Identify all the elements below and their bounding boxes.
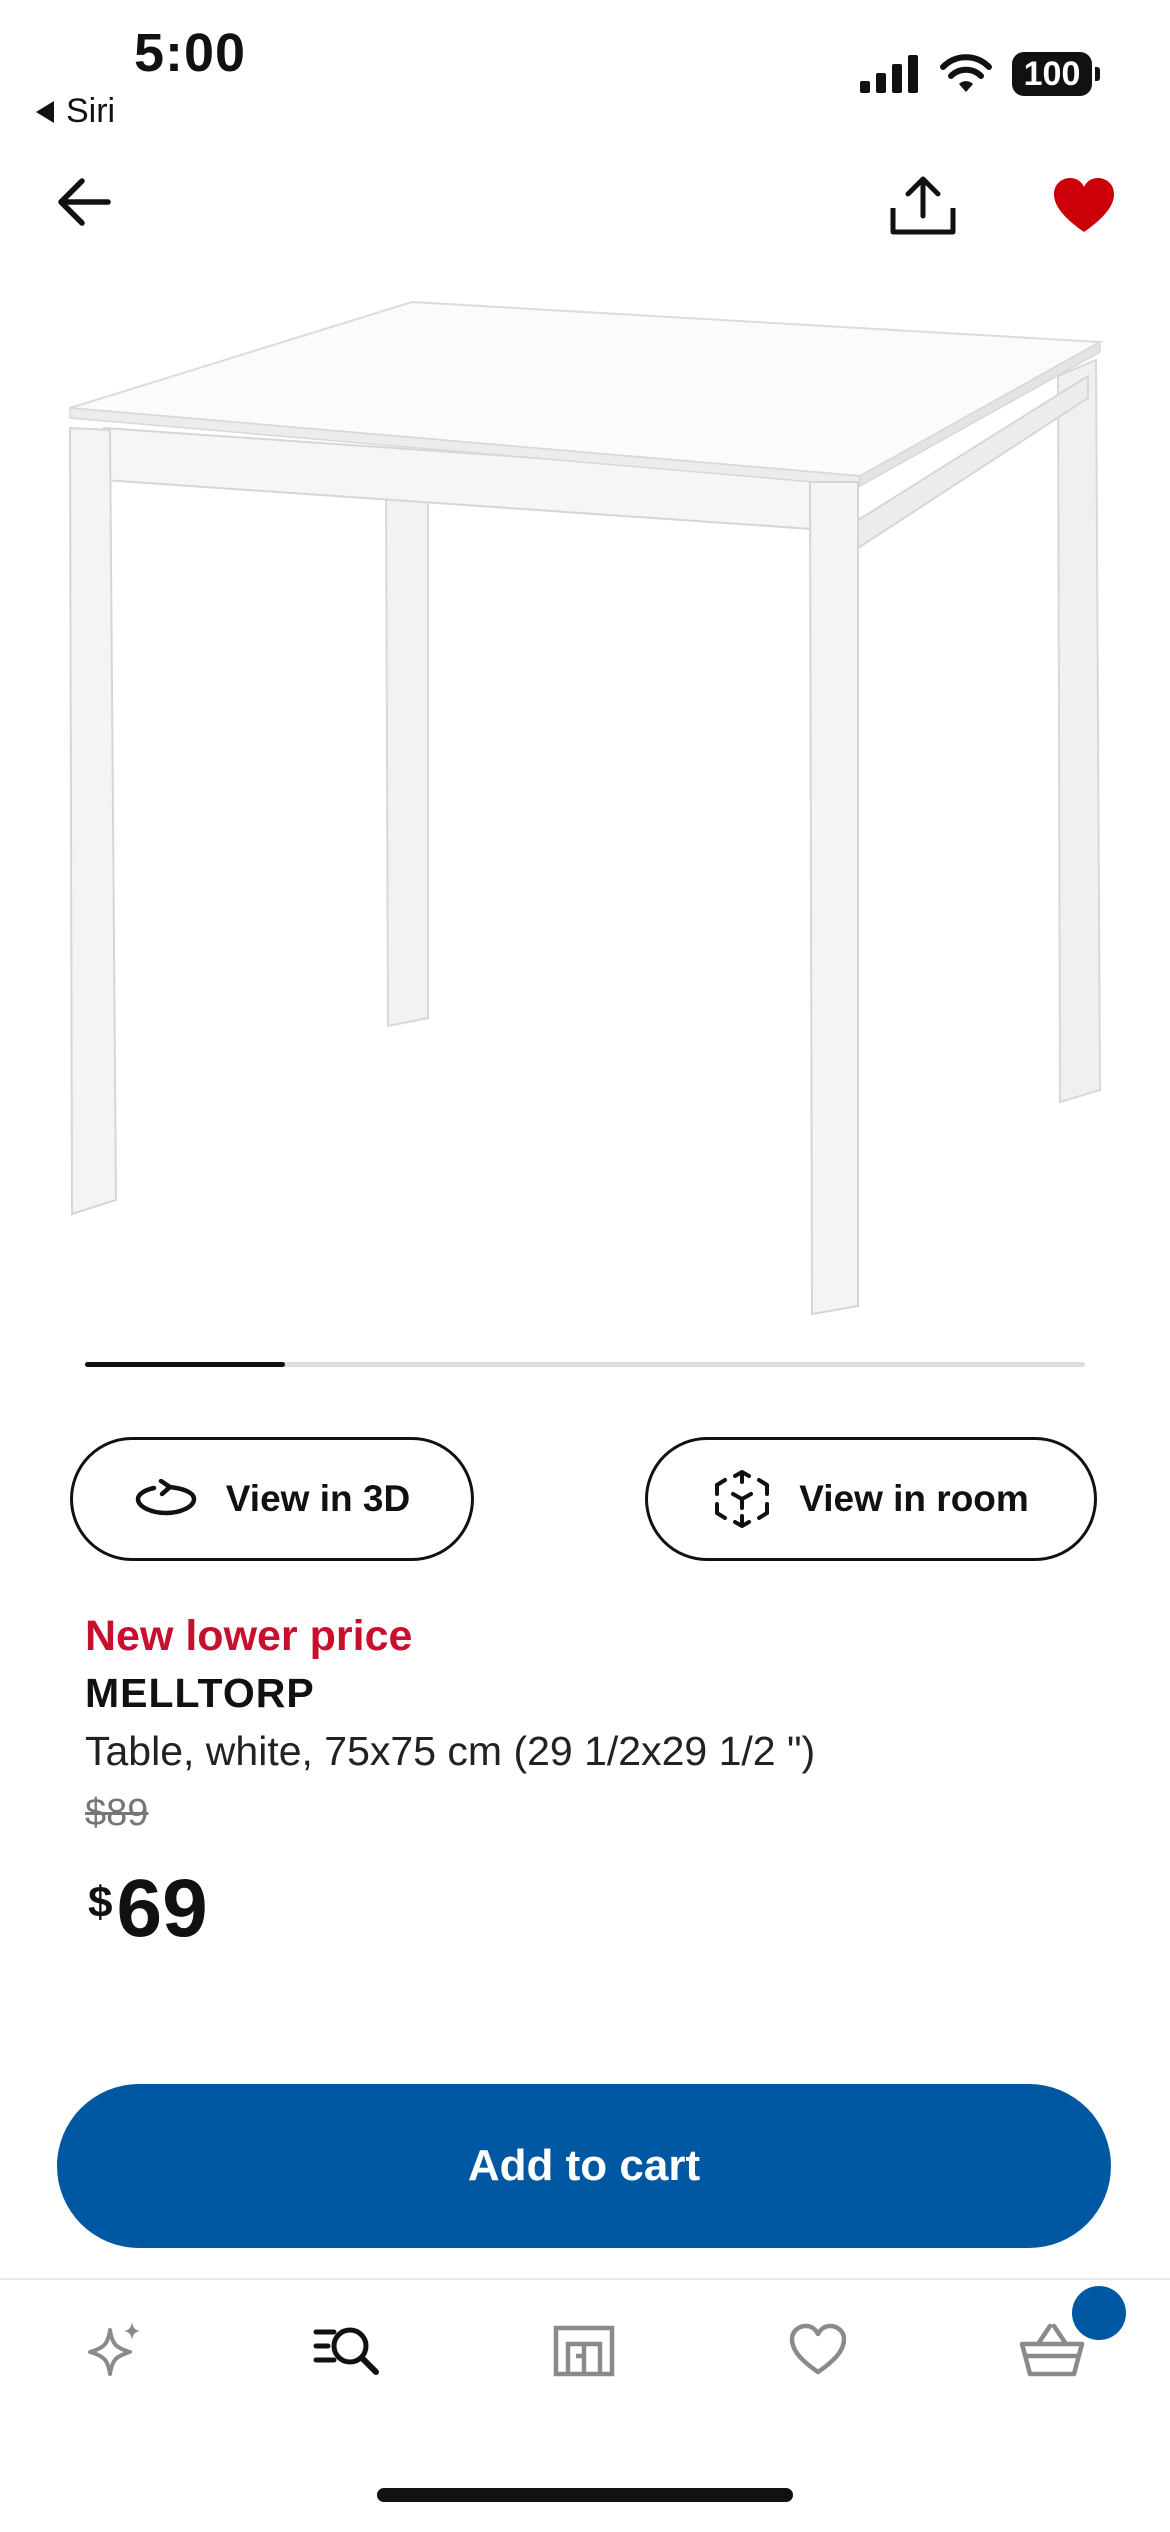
heart-filled-icon[interactable]: [1052, 176, 1116, 236]
view-in-3d-button[interactable]: View in 3D: [70, 1437, 474, 1561]
old-price: $89: [85, 1792, 149, 1834]
new-lower-price-badge: New lower price: [85, 1612, 413, 1660]
status-time: 5:00: [134, 23, 247, 83]
battery-indicator: 100: [1012, 52, 1100, 96]
table-leg-front-right: [808, 481, 859, 1316]
price-amount: 69: [116, 1863, 208, 1954]
basket-icon: [1019, 2323, 1085, 2377]
share-icon[interactable]: [888, 174, 958, 238]
cart-badge-dot: [1072, 2286, 1126, 2340]
product-name: MELLTORP: [85, 1670, 315, 1716]
search-list-icon: [313, 2327, 379, 2375]
product-description: Table, white, 75x75 cm (29 1/2x29 1/2 "): [85, 1728, 816, 1774]
tab-favorites[interactable]: [782, 2314, 854, 2386]
table-leg-back-right: [1056, 358, 1102, 1104]
heart-outline-icon: [789, 2323, 847, 2375]
signal-icon: [860, 55, 918, 93]
ar-cube-icon: [715, 1470, 770, 1528]
price-currency: $: [88, 1878, 113, 1927]
table-leg-front-left: [68, 426, 118, 1216]
store-icon: [553, 2325, 615, 2377]
back-app-label: Siri: [66, 92, 116, 130]
tab-bar-divider: [0, 2278, 1170, 2280]
back-to-app-link[interactable]: Siri: [36, 92, 115, 131]
add-to-cart-label: Add to cart: [467, 2141, 701, 2190]
rotate-3d-icon: [135, 1479, 197, 1516]
status-indicators: 100: [860, 52, 1100, 96]
view-in-room-button[interactable]: View in room: [645, 1437, 1097, 1561]
add-to-cart-button[interactable]: Add to cart: [57, 2084, 1111, 2248]
tab-stores[interactable]: [548, 2314, 620, 2386]
table-leg-back-left: [384, 489, 429, 1028]
wifi-icon: [940, 54, 992, 92]
carousel-progress: [85, 1362, 1085, 1367]
carousel-progress-thumb: [85, 1362, 285, 1367]
home-indicator[interactable]: [377, 2488, 793, 2502]
sparkle-icon: [88, 2322, 140, 2376]
back-triangle-icon: [36, 100, 54, 123]
arrow-left-icon[interactable]: [52, 170, 116, 234]
view-in-room-label: View in room: [799, 1478, 1029, 1519]
product-image[interactable]: [0, 280, 1170, 1340]
view-in-3d-label: View in 3D: [225, 1478, 411, 1519]
tab-inspiration[interactable]: [80, 2314, 152, 2386]
current-price: $ 69: [88, 1868, 208, 1950]
tab-search[interactable]: [312, 2314, 384, 2386]
